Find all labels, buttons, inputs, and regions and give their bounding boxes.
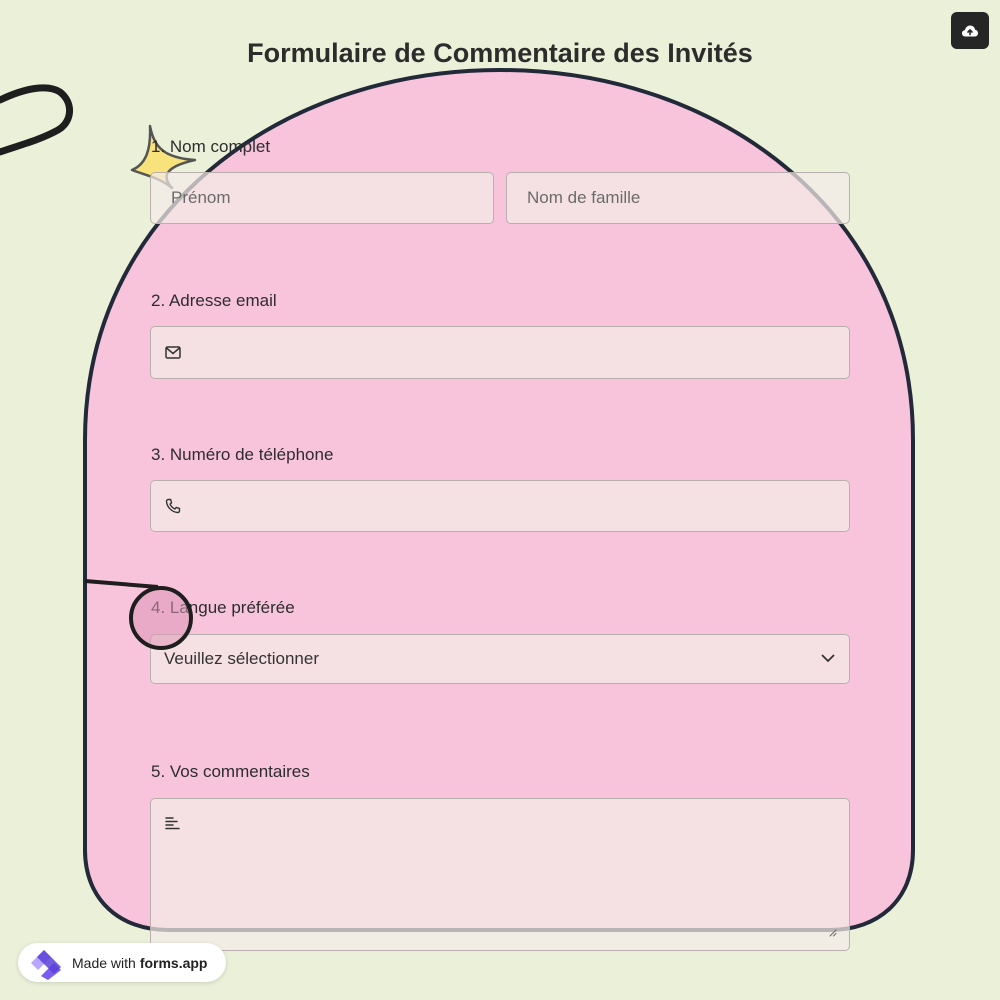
email-input[interactable]	[151, 327, 849, 378]
email-field[interactable]	[150, 326, 850, 379]
last-name-input[interactable]	[507, 173, 849, 223]
first-name-field[interactable]	[150, 172, 494, 224]
badge-prefix: Made with	[72, 954, 136, 971]
question-label-comments: 5. Vos commentaires	[151, 762, 310, 781]
first-name-input[interactable]	[151, 173, 493, 223]
pin-line-shape	[84, 579, 159, 589]
text-align-icon	[165, 816, 180, 835]
phone-icon	[165, 498, 181, 514]
language-select-value: Veuillez sélectionner	[164, 649, 319, 668]
form-title: Formulaire de Commentaire des Invités	[247, 38, 753, 68]
question-label-email: 2. Adresse email	[151, 291, 277, 310]
last-name-field[interactable]	[506, 172, 850, 224]
scribble-loop-shape	[0, 84, 73, 156]
forms-app-logo-icon	[31, 949, 61, 980]
language-select[interactable]: Veuillez sélectionner	[150, 634, 850, 684]
cloud-upload-icon	[962, 25, 978, 36]
question-label-language: 4. Langue préférée	[151, 598, 295, 617]
mail-icon	[165, 345, 181, 361]
phone-field[interactable]	[150, 480, 850, 532]
comments-textarea[interactable]	[151, 799, 849, 950]
resize-grip-icon[interactable]	[829, 924, 837, 942]
question-label-phone: 3. Numéro de téléphone	[151, 445, 334, 464]
badge-brand: forms.app	[139, 954, 208, 971]
comments-field[interactable]	[150, 798, 850, 951]
chevron-down-icon	[821, 650, 835, 668]
phone-input[interactable]	[151, 481, 849, 531]
question-label-full-name: 1. Nom complet	[151, 137, 271, 156]
badge-text: Made with forms.app	[72, 955, 208, 971]
made-with-badge[interactable]: Made with forms.app	[18, 943, 226, 982]
upload-button[interactable]	[951, 12, 989, 49]
